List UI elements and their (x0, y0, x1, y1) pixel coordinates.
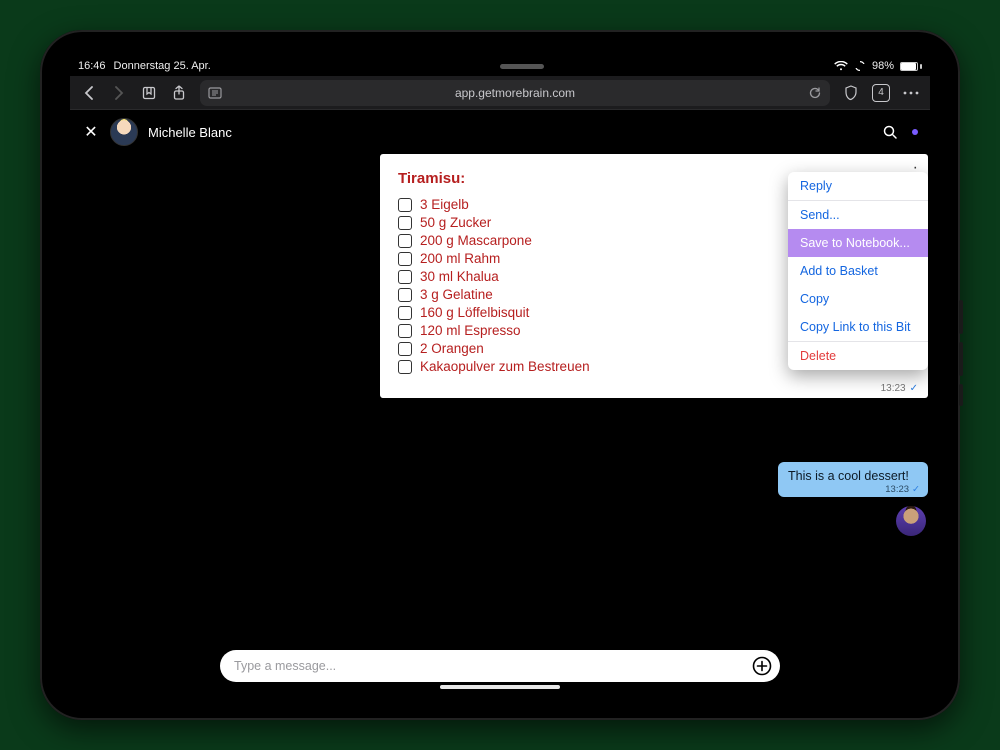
tablet-volume-down (959, 342, 963, 376)
ctx-save-notebook[interactable]: Save to Notebook... (788, 229, 928, 257)
contact-name: Michelle Blanc (148, 125, 232, 140)
checkbox[interactable] (398, 306, 412, 320)
chat-header: ✕ Michelle Blanc (70, 110, 930, 154)
sender-avatar[interactable] (896, 506, 926, 536)
ctx-copy[interactable]: Copy (788, 285, 928, 313)
reader-icon[interactable] (208, 87, 222, 99)
shield-icon[interactable] (842, 84, 860, 102)
chat-area: · Tiramisu: 3 Eigelb 50 g Zucker 200 g M… (70, 154, 930, 638)
ctx-copy-link[interactable]: Copy Link to this Bit (788, 313, 928, 341)
multitask-pill[interactable] (500, 64, 544, 69)
ingredient-text: Kakaopulver zum Bestreuen (420, 359, 590, 374)
battery-icon (900, 62, 922, 71)
bookmark-icon[interactable] (140, 84, 158, 102)
ctx-add-basket[interactable]: Add to Basket (788, 257, 928, 285)
ingredient-text: 200 g Mascarpone (420, 233, 532, 248)
checkbox[interactable] (398, 360, 412, 374)
wifi-icon (834, 61, 848, 71)
context-menu: Reply Send... Save to Notebook... Add to… (788, 172, 928, 370)
back-button[interactable] (80, 84, 98, 102)
status-bar: 16:46 Donnerstag 25. Apr. 98% (70, 56, 930, 76)
checkbox[interactable] (398, 234, 412, 248)
overflow-icon[interactable] (902, 84, 920, 102)
checkbox[interactable] (398, 342, 412, 356)
ctx-delete[interactable]: Delete (788, 342, 928, 370)
url-text: app.getmorebrain.com (455, 86, 575, 100)
checkbox[interactable] (398, 324, 412, 338)
battery-pct: 98% (872, 60, 894, 72)
checkbox[interactable] (398, 252, 412, 266)
ctx-send[interactable]: Send... (788, 201, 928, 229)
ingredient-text: 50 g Zucker (420, 215, 491, 230)
contact-avatar[interactable] (110, 118, 138, 146)
share-icon[interactable] (170, 84, 188, 102)
message-input[interactable] (234, 659, 742, 673)
address-bar[interactable]: app.getmorebrain.com (200, 80, 830, 106)
ingredient-text: 30 ml Khalua (420, 269, 499, 284)
home-indicator[interactable] (440, 685, 560, 689)
add-button[interactable] (750, 654, 774, 678)
ingredient-text: 200 ml Rahm (420, 251, 500, 266)
tabs-button[interactable]: 4 (872, 84, 890, 102)
tablet-volume-up (959, 300, 963, 334)
bubble-text: This is a cool dessert! (788, 469, 909, 483)
tab-count-value: 4 (878, 87, 884, 98)
ingredient-text: 3 Eigelb (420, 197, 469, 212)
message-bubble[interactable]: This is a cool dessert! 13:23 ✓ (778, 462, 928, 497)
checkbox[interactable] (398, 216, 412, 230)
bubble-timestamp: 13:23 ✓ (885, 484, 920, 495)
sync-icon (854, 60, 866, 72)
forward-button[interactable] (110, 84, 128, 102)
ctx-reply[interactable]: Reply (788, 172, 928, 200)
reload-icon[interactable] (808, 86, 822, 100)
delivered-check-icon: ✓ (912, 484, 920, 495)
status-time: 16:46 (78, 60, 106, 72)
ingredient-text: 120 ml Espresso (420, 323, 521, 338)
card-timestamp: 13:23 ✓ (881, 383, 918, 394)
checkbox[interactable] (398, 270, 412, 284)
checkbox[interactable] (398, 288, 412, 302)
browser-toolbar: app.getmorebrain.com 4 (70, 76, 930, 110)
tablet-power (959, 384, 963, 406)
ingredient-text: 160 g Löffelbisquit (420, 305, 529, 320)
search-icon[interactable] (882, 124, 898, 140)
close-button[interactable]: ✕ (82, 122, 100, 142)
ingredient-text: 3 g Gelatine (420, 287, 493, 302)
delivered-check-icon: ✓ (910, 383, 918, 394)
checkbox[interactable] (398, 198, 412, 212)
status-date: Donnerstag 25. Apr. (114, 60, 211, 72)
presence-dot-icon (912, 129, 918, 135)
message-composer[interactable] (220, 650, 780, 682)
ingredient-text: 2 Orangen (420, 341, 484, 356)
